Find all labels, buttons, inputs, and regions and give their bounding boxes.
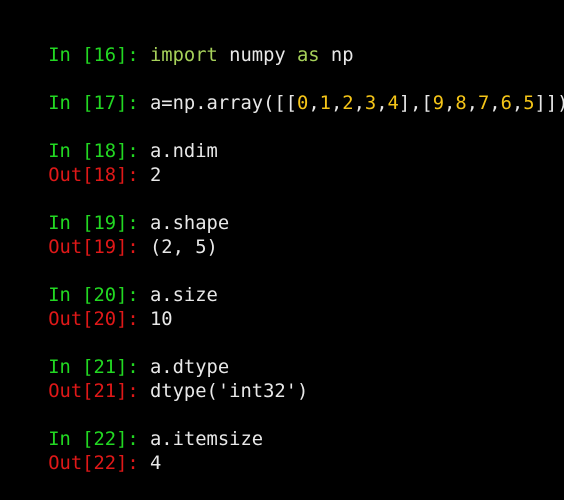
code-token: , xyxy=(511,93,524,114)
code-token: 0 xyxy=(297,93,309,114)
out-prompt: Out[19]: xyxy=(48,237,150,258)
input-line-18: In [18]: a.ndim xyxy=(3,116,218,162)
code-token: as xyxy=(297,45,320,66)
input-line-20: In [20]: a.size xyxy=(3,260,218,306)
ipython-console[interactable]: In [16]: import numpy as np In [17]: a=n… xyxy=(0,0,564,474)
code-token: 6 xyxy=(500,93,512,114)
code-token: , xyxy=(489,93,501,114)
code-token: np xyxy=(319,45,354,66)
input-line-17: In [17]: a=np.array([[0,1,2,3,4],[9,8,7,… xyxy=(3,68,564,114)
code-token: 5 xyxy=(523,93,535,114)
out-prompt: Out[22]: xyxy=(48,453,150,474)
code-token: 3 xyxy=(364,93,377,114)
output-line-20: Out[20]: 10 xyxy=(3,284,172,330)
code-token: , xyxy=(466,93,478,114)
output-line-19: Out[19]: (2, 5) xyxy=(3,212,218,258)
input-line-21: In [21]: a.dtype xyxy=(3,332,229,378)
output-line-18: Out[18]: 2 xyxy=(3,140,161,186)
code-token: , xyxy=(330,93,343,114)
code-token: ]]) xyxy=(534,93,564,114)
code-token: , xyxy=(444,93,456,114)
input-line-16: In [16]: import numpy as np xyxy=(3,20,353,66)
in-prompt: In [16]: xyxy=(48,45,150,66)
in-prompt: In [17]: xyxy=(48,93,150,114)
output-value: 10 xyxy=(150,309,173,330)
code-token: a=np.array([[ xyxy=(150,93,297,114)
code-token: import xyxy=(150,45,218,66)
code-token: 1 xyxy=(319,93,331,114)
code-token: a.itemsize xyxy=(150,429,264,450)
code-token: numpy xyxy=(217,45,297,66)
code-token: , xyxy=(353,93,365,114)
code-token: ],[ xyxy=(398,93,433,114)
input-line-22: In [22]: a.itemsize xyxy=(3,404,263,450)
out-prompt: Out[20]: xyxy=(48,309,150,330)
code-token: , xyxy=(376,93,388,114)
output-value: 2 xyxy=(150,165,162,186)
output-line-21: Out[21]: dtype('int32') xyxy=(3,356,308,402)
code-token: 2 xyxy=(342,93,354,114)
code-token: 7 xyxy=(477,93,490,114)
code-token: 8 xyxy=(455,93,467,114)
input-line-19: In [19]: a.shape xyxy=(3,188,229,234)
code-token: 9 xyxy=(432,93,445,114)
out-prompt: Out[21]: xyxy=(48,381,150,402)
code-token: 4 xyxy=(387,93,399,114)
output-line-22: Out[22]: 4 xyxy=(3,428,161,474)
output-value: dtype('int32') xyxy=(150,381,309,402)
code-token: , xyxy=(308,93,320,114)
output-value: 4 xyxy=(150,453,162,474)
out-prompt: Out[18]: xyxy=(48,165,150,186)
output-value: (2, 5) xyxy=(150,237,218,258)
